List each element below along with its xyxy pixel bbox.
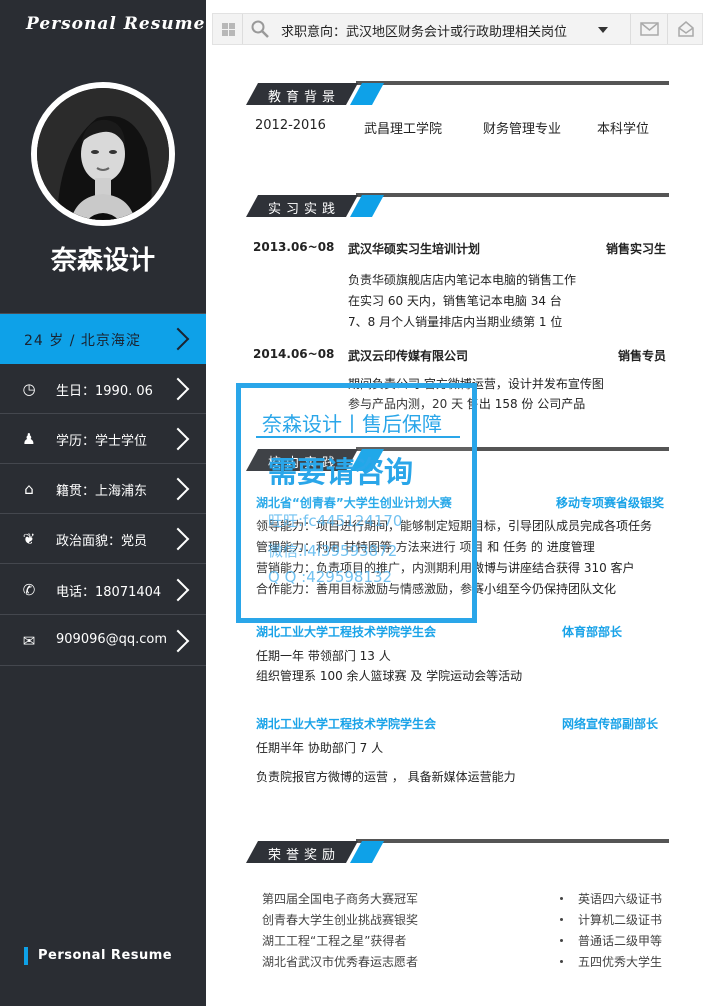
intern-line: 负责华硕旗舰店店内笔记本电脑的销售工作 — [348, 273, 577, 287]
inbox-icon[interactable] — [667, 14, 703, 44]
job-intention-text[interactable]: 求职意向：武汉地区财务会计或行政助理相关岗位 — [281, 21, 567, 40]
sidebar-item-label: 909096@qq.com — [56, 632, 168, 647]
sidebar-item-hometown[interactable]: ⌂ 籍贯：上海浦东 — [0, 464, 206, 514]
campus-org: 湖北工业大学工程技术学院学生会 — [256, 625, 437, 639]
intern-company: 武汉华硕实习生培训计划 — [348, 242, 481, 256]
watermark-weixin: 微信:l4l39593872 — [268, 542, 398, 560]
section-honors-header: 荣誉奖励 — [246, 839, 669, 863]
sidebar-item-label: 学历：学士学位 — [56, 434, 148, 449]
sidebar-item-label: 籍贯：上海浦东 — [56, 484, 148, 499]
bullet-icon — [560, 918, 563, 921]
sidebar-item-education[interactable]: ♟ 学历：学士学位 — [0, 414, 206, 464]
section-title: 实习实践 — [268, 202, 341, 217]
edu-years: 2012-2016 — [255, 118, 326, 133]
chevron-right-icon — [166, 377, 190, 401]
footer-brand: Personal Resume — [24, 947, 172, 965]
sidebar-item-phone[interactable]: ✆ 电话：18071404 — [0, 565, 206, 615]
avatar — [31, 82, 175, 226]
age-location-item[interactable]: 24 岁 / 北京海淀 — [0, 314, 206, 364]
mail-icon: ✉ — [22, 632, 36, 650]
chevron-right-icon — [166, 629, 190, 653]
home-icon: ⌂ — [24, 480, 34, 498]
intern-company: 武汉云印传媒有限公司 — [348, 349, 469, 363]
user-icon: ♟ — [22, 430, 36, 448]
intern-line: 7、8 月个人销量排店内当期业绩第 1 位 — [348, 315, 563, 329]
honor-item: 湖工工程“工程之星”获得者 — [262, 934, 407, 948]
edu-major: 财务管理专业 — [483, 122, 562, 137]
bullet-icon — [560, 960, 563, 963]
section-education-header: 教育背景 — [246, 81, 669, 105]
phone-icon: ✆ — [22, 581, 36, 599]
sidebar-item-politics[interactable]: ❦ 政治面貌：党员 — [0, 514, 206, 564]
person-name: 奈森设计 — [50, 246, 155, 276]
certificate-item: 普通话二级甲等 — [578, 934, 663, 948]
section-title: 教育背景 — [268, 90, 341, 105]
bullet-icon — [560, 939, 563, 942]
chevron-right-icon — [166, 427, 190, 451]
honor-item: 创青春大学生创业挑战赛银奖 — [262, 913, 419, 927]
campus-line: 组织管理系 100 余人篮球赛 及 学院运动会等活动 — [256, 669, 523, 683]
search-bar[interactable]: 求职意向：武汉地区财务会计或行政助理相关岗位 — [212, 13, 703, 45]
avatar-portrait — [37, 88, 169, 220]
watermark-qq: Q Q :429598132 — [268, 568, 393, 586]
windows-icon[interactable] — [213, 14, 243, 44]
intern-date: 2013.06~08 — [253, 240, 335, 254]
intern-role: 销售实习生 — [606, 242, 667, 256]
section-practice-header: 实习实践 — [246, 193, 669, 217]
campus-line: 任期一年 带领部门 13 人 — [256, 649, 391, 663]
sidebar-item-label: 电话：18071404 — [56, 585, 162, 600]
brand-title: Personal Resume — [26, 14, 206, 34]
intern-date: 2014.06~08 — [253, 347, 335, 361]
honor-item: 湖北省武汉市优秀春运志愿者 — [262, 955, 419, 969]
watermark-title: 奈森设计丨售后保障 — [262, 412, 442, 436]
campus-role: 移动专项赛省级银奖 — [556, 496, 665, 510]
watermark-wangwang: 旺旺:fc445124170 — [268, 512, 403, 530]
edu-degree: 本科学位 — [597, 122, 650, 137]
chevron-right-icon — [166, 578, 190, 602]
campus-line: 负责院报官方微博的运营 ， 具备新媒体运营能力 — [256, 770, 516, 784]
campus-role: 体育部部长 — [562, 625, 623, 639]
certificate-item: 英语四六级证书 — [578, 892, 663, 906]
intern-role: 销售专员 — [618, 349, 667, 363]
watermark-main: 需要请咨询 — [268, 455, 414, 489]
chevron-down-icon[interactable] — [598, 27, 608, 33]
section-title: 荣誉奖励 — [268, 848, 341, 863]
campus-role: 网络宣传部副部长 — [562, 717, 659, 731]
campus-line: 任期半年 协助部门 7 人 — [256, 741, 384, 755]
certificate-item: 计算机二级证书 — [578, 913, 663, 927]
clock-icon: ◷ — [22, 380, 36, 398]
campus-org: 湖北工业大学工程技术学院学生会 — [256, 717, 437, 731]
sidebar-item-label: 政治面貌：党员 — [56, 534, 148, 549]
sidebar-item-label: 生日：1990. 06 — [56, 384, 153, 399]
chevron-right-icon — [166, 527, 190, 551]
chevron-right-icon — [166, 477, 190, 501]
bullet-icon — [560, 897, 563, 900]
sidebar-item-birthday[interactable]: ◷ 生日：1990. 06 — [0, 364, 206, 414]
certificate-item: 五四优秀大学生 — [578, 955, 663, 969]
search-icon[interactable] — [251, 20, 269, 38]
edu-school: 武昌理工学院 — [364, 122, 443, 137]
envelope-icon[interactable] — [630, 14, 667, 44]
intern-line: 在实习 60 天内，销售笔记本电脑 34 台 — [348, 294, 562, 308]
honor-item: 第四届全国电子商务大赛冠军 — [262, 892, 419, 906]
chevron-right-icon — [166, 327, 190, 351]
age-location-label: 24 岁 / 北京海淀 — [24, 333, 141, 349]
sidebar-item-email[interactable]: ✉ 909096@qq.com — [0, 616, 206, 666]
leaf-icon: ❦ — [22, 530, 36, 548]
sidebar: Personal Resume 奈森设计 24 岁 / 北京海淀 ◷ 生日：19… — [0, 0, 206, 1006]
